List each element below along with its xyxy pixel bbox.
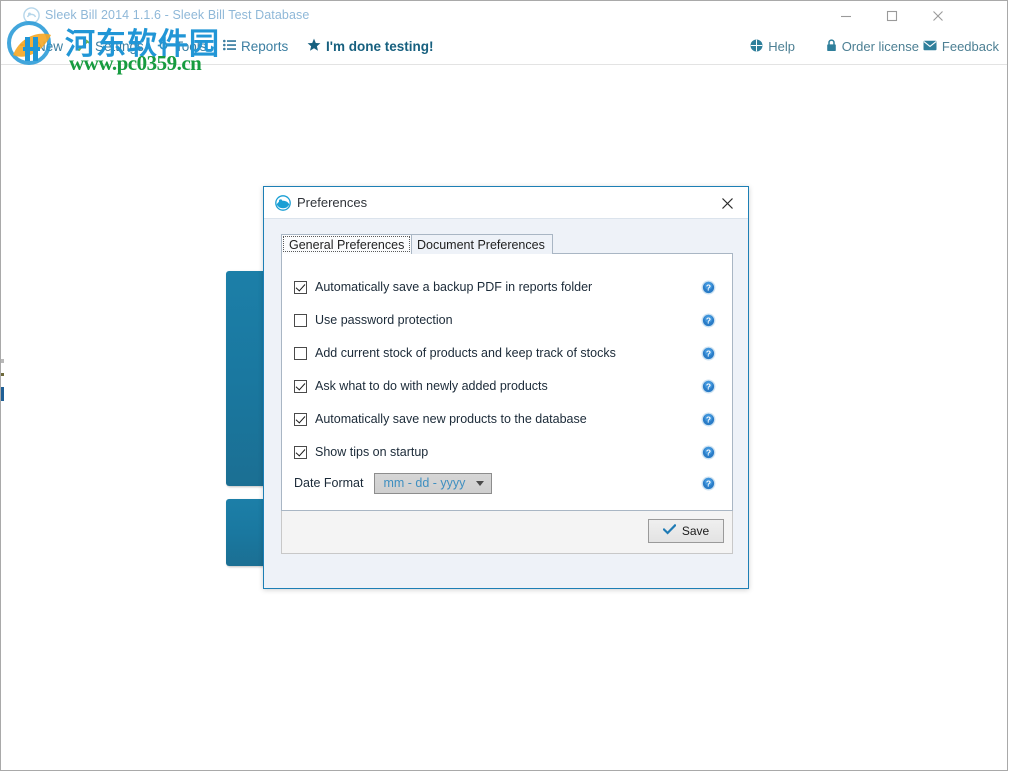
help-circle-icon-stock-tracking[interactable]: ? — [701, 346, 716, 361]
close-icon — [721, 197, 733, 209]
help-circle-icon-date-format[interactable]: ? — [701, 476, 716, 491]
svg-text:?: ? — [706, 414, 711, 424]
toolbar-label-done-testing: I'm done testing! — [326, 39, 434, 54]
save-button[interactable]: Save — [648, 519, 724, 543]
main-toolbar: New Settings Tools Reports I'm done test… — [1, 31, 1007, 65]
checkbox-stock-tracking[interactable] — [294, 346, 307, 360]
edge-sliver-3 — [1, 387, 4, 401]
toolbar-item-new[interactable]: New — [19, 38, 63, 55]
maximize-icon — [886, 10, 898, 22]
help-circle-icon-save-new-products[interactable]: ? — [701, 412, 716, 427]
close-button[interactable] — [915, 1, 961, 31]
toolbar-label-new: New — [36, 39, 64, 54]
list-icon — [223, 39, 236, 54]
help-circle-icon — [750, 39, 763, 54]
dialog-title: Preferences — [297, 195, 368, 210]
general-preferences-panel: Automatically save a backup PDF in repor… — [281, 253, 733, 511]
dialog-footer: Save — [281, 511, 733, 554]
toolbar-label-order-license: Order license — [841, 39, 919, 54]
help-circle-icon-show-tips[interactable]: ? — [701, 445, 716, 460]
minimize-button[interactable] — [823, 1, 869, 31]
date-format-value: mm - dd - yyyy — [383, 476, 466, 490]
help-circle-icon-backup-pdf[interactable]: ? — [701, 280, 716, 295]
plus-icon — [19, 39, 31, 54]
toolbar-item-order-license[interactable]: Order license — [826, 38, 919, 55]
preference-label-newly-added-products: Ask what to do with newly added products — [315, 379, 548, 393]
tab-document-preferences[interactable]: Document Preferences — [409, 234, 553, 254]
dialog-tabstrip: General Preferences Document Preferences — [281, 234, 733, 254]
app-icon — [23, 7, 40, 24]
tab-general-preferences-label: General Preferences — [289, 238, 405, 252]
checkbox-save-new-products[interactable] — [294, 412, 307, 426]
preference-row-backup-pdf: Automatically save a backup PDF in repor… — [294, 276, 722, 298]
preference-row-save-new-products: Automatically save new products to the d… — [294, 408, 722, 430]
svg-text:?: ? — [706, 381, 711, 391]
application-window: Sleek Bill 2014 1.1.6 - Sleek Bill Test … — [0, 0, 1008, 771]
toolbar-label-feedback: Feedback — [941, 39, 999, 54]
checkbox-password-protection[interactable] — [294, 313, 307, 327]
window-title: Sleek Bill 2014 1.1.6 - Sleek Bill Test … — [45, 8, 310, 22]
toolbar-item-feedback[interactable]: Feedback — [923, 38, 999, 55]
checkbox-show-tips[interactable] — [294, 445, 307, 459]
chevron-down-icon — [476, 480, 485, 486]
toolbar-item-settings[interactable]: Settings — [77, 38, 144, 55]
save-button-label: Save — [681, 524, 710, 538]
window-titlebar: Sleek Bill 2014 1.1.6 - Sleek Bill Test … — [1, 1, 1007, 31]
svg-text:?: ? — [706, 348, 711, 358]
svg-text:?: ? — [706, 478, 711, 488]
checkbox-newly-added-products[interactable] — [294, 379, 307, 393]
preference-label-save-new-products: Automatically save new products to the d… — [315, 412, 587, 426]
toolbar-item-reports[interactable]: Reports — [223, 38, 288, 55]
preference-row-stock-tracking: Add current stock of products and keep t… — [294, 342, 722, 364]
svg-text:?: ? — [706, 447, 711, 457]
toolbar-label-help: Help — [768, 39, 795, 54]
preference-label-show-tips: Show tips on startup — [315, 445, 429, 459]
date-format-label: Date Format — [294, 476, 364, 490]
maximize-button[interactable] — [869, 1, 915, 31]
help-circle-icon-password-protection[interactable]: ? — [701, 313, 716, 328]
gear-icon — [157, 39, 170, 55]
preference-label-stock-tracking: Add current stock of products and keep t… — [315, 346, 616, 360]
svg-text:?: ? — [706, 315, 711, 325]
tab-document-preferences-label: Document Preferences — [417, 238, 545, 252]
tab-general-preferences[interactable]: General Preferences — [281, 234, 413, 254]
help-circle-icon-newly-added-products[interactable]: ? — [701, 379, 716, 394]
toolbar-label-tools: Tools — [175, 39, 207, 54]
dialog-close-button[interactable] — [712, 191, 742, 215]
toolbar-label-reports: Reports — [241, 39, 289, 54]
app-globe-icon — [275, 195, 291, 211]
toolbar-label-settings: Settings — [95, 39, 144, 54]
preference-row-password-protection: Use password protection ? — [294, 309, 722, 331]
edge-sliver-1 — [1, 359, 4, 363]
preference-label-password-protection: Use password protection — [315, 313, 453, 327]
preference-label-backup-pdf: Automatically save a backup PDF in repor… — [315, 280, 593, 294]
checkbox-backup-pdf[interactable] — [294, 280, 307, 294]
svg-text:?: ? — [706, 282, 711, 292]
toolbar-item-done-testing[interactable]: I'm done testing! — [307, 38, 433, 55]
lock-icon — [826, 39, 837, 54]
toolbar-item-tools[interactable]: Tools — [157, 38, 207, 55]
close-icon — [933, 11, 943, 21]
preferences-dialog: Preferences General Preferences Document… — [263, 186, 749, 589]
check-icon — [662, 523, 677, 538]
preference-row-show-tips: Show tips on startup ? — [294, 441, 722, 463]
dialog-titlebar: Preferences — [264, 187, 748, 219]
envelope-icon — [923, 40, 937, 53]
preference-row-date-format: Date Format mm - dd - yyyy ? — [294, 472, 722, 494]
wrench-icon — [77, 39, 90, 55]
date-format-dropdown[interactable]: mm - dd - yyyy — [374, 472, 493, 494]
star-icon — [307, 38, 321, 55]
edge-sliver-2 — [1, 373, 4, 376]
minimize-icon — [841, 15, 851, 18]
toolbar-item-help[interactable]: Help — [750, 38, 795, 55]
preference-row-newly-added-products: Ask what to do with newly added products… — [294, 375, 722, 397]
